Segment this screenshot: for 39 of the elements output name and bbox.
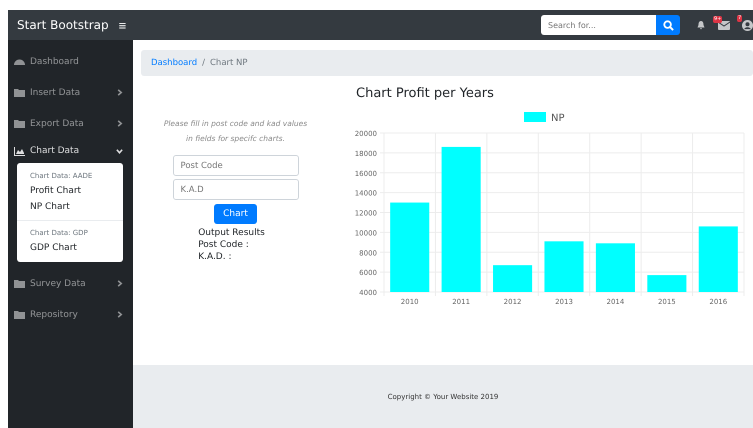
sidebar-item[interactable]: Dashboard bbox=[8, 46, 133, 77]
gauge-icon bbox=[14, 57, 25, 66]
sidebar-item[interactable]: Repository bbox=[8, 299, 133, 330]
envelope-icon[interactable] bbox=[718, 20, 730, 30]
folder-icon bbox=[14, 310, 25, 319]
result-label: Output Results bbox=[198, 227, 265, 239]
bar bbox=[698, 226, 738, 292]
menu-toggle-button[interactable]: ≡ bbox=[114, 18, 130, 32]
bar bbox=[544, 241, 584, 292]
search-icon bbox=[662, 20, 674, 30]
chart-title: Chart Profit per Years bbox=[356, 86, 494, 101]
sidebar-item[interactable]: Survey Data bbox=[8, 268, 133, 299]
breadcrumb-current: Chart NP bbox=[210, 58, 248, 68]
menu-item[interactable]: GDP Chart bbox=[17, 240, 123, 256]
brand-title[interactable]: Start Bootstrap bbox=[17, 18, 109, 32]
result-label: K.A.D. : bbox=[198, 251, 232, 263]
bar bbox=[493, 265, 532, 292]
legend-label: NP bbox=[551, 113, 565, 124]
input-field[interactable]: K.A.D bbox=[172, 179, 298, 200]
breadcrumb-separator: / bbox=[202, 58, 205, 68]
sidebar-item[interactable]: Export Data bbox=[8, 108, 133, 139]
search-field[interactable]: Search for... bbox=[541, 15, 656, 35]
result-label: Post Code : bbox=[198, 239, 250, 251]
chart-button[interactable]: Chart bbox=[214, 204, 257, 224]
folder-icon bbox=[14, 279, 25, 288]
menu-item[interactable]: NP Chart bbox=[17, 199, 123, 215]
sidebar-item[interactable]: Insert Data bbox=[8, 77, 133, 108]
folder-icon bbox=[14, 88, 25, 97]
input-field[interactable]: Post Code bbox=[172, 155, 298, 176]
bar bbox=[647, 275, 686, 292]
bar bbox=[596, 243, 635, 292]
area-chart-icon bbox=[14, 146, 25, 156]
folder-icon bbox=[14, 119, 25, 128]
menu-item[interactable]: Profit Chart bbox=[17, 183, 123, 199]
sidebar-item[interactable]: Chart Data bbox=[8, 139, 133, 163]
bell-icon[interactable] bbox=[696, 20, 706, 30]
user-icon[interactable] bbox=[742, 20, 753, 30]
breadcrumb-link[interactable]: Dashboard bbox=[151, 58, 198, 68]
search-button[interactable] bbox=[656, 15, 680, 35]
